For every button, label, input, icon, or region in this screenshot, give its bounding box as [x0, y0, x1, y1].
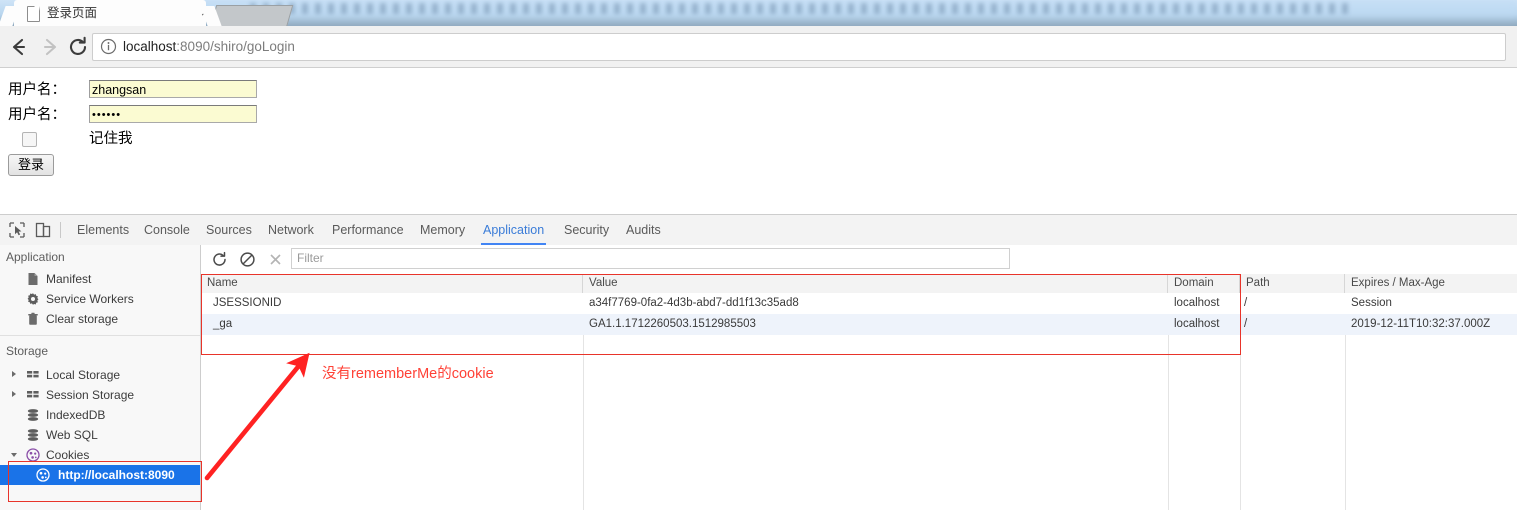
chevron-right-icon[interactable] [12, 371, 16, 377]
cell-path: / [1244, 297, 1248, 309]
chevron-down-icon[interactable] [11, 453, 17, 457]
url-host: localhost [123, 39, 177, 54]
filter-input[interactable]: Filter [291, 248, 1010, 269]
column-header-domain[interactable]: Domain [1168, 274, 1240, 293]
inspect-element-icon[interactable] [8, 221, 26, 239]
cell-name: _ga [213, 318, 233, 330]
sidebar-item-manifest[interactable]: Manifest [0, 269, 200, 289]
cell-path: / [1244, 318, 1248, 330]
submit-row: 登录 [0, 154, 120, 178]
table-icon [26, 388, 40, 402]
database-icon [26, 408, 40, 422]
remember-me-checkbox[interactable] [22, 132, 37, 147]
tab-strip: 登录页面 × [0, 0, 1517, 26]
cell-name: JSESSIONID [213, 297, 282, 309]
browser-window: 登录页面 × localhost:8090/shiro/goLogin 用户名：… [0, 0, 1517, 510]
tab-title: 登录页面 [47, 6, 98, 20]
sidebar-item-label: Service Workers [46, 292, 134, 306]
red-arrow-pointing-up-right [204, 352, 310, 481]
sidebar-item-label: Manifest [46, 272, 92, 286]
cookie-icon [26, 448, 40, 462]
refresh-icon[interactable] [211, 251, 228, 268]
sidebar-item-session-storage[interactable]: Session Storage [0, 385, 200, 405]
browser-tab-active[interactable]: 登录页面 × [14, 0, 209, 26]
address-bar-url: localhost:8090/shiro/goLogin [123, 38, 295, 56]
tab-memory[interactable]: Memory [418, 215, 467, 245]
tab-elements[interactable]: Elements [75, 215, 131, 245]
cookie-toolbar: Filter [201, 245, 1517, 275]
cell-value: a34f7769-0fa2-4d3b-abd7-dd1f13c35ad8 [589, 297, 799, 309]
address-bar[interactable]: localhost:8090/shiro/goLogin [92, 33, 1506, 61]
info-circle-icon[interactable] [100, 38, 117, 55]
tab-sources[interactable]: Sources [204, 215, 254, 245]
annotation-label: 没有rememberMe的cookie [322, 366, 494, 382]
sidebar-section-application: Application [6, 250, 65, 264]
annotation-highlight-cookies [8, 461, 202, 502]
database-icon [26, 428, 40, 442]
back-arrow-icon[interactable] [8, 36, 30, 58]
column-header-name[interactable]: Name [201, 274, 583, 293]
sidebar-section-storage: Storage [6, 344, 49, 358]
username-label: 用户名： [8, 82, 66, 98]
toolbar-divider [60, 222, 61, 238]
url-path: :8090/shiro/goLogin [176, 39, 295, 54]
close-icon[interactable]: × [197, 5, 213, 21]
chevron-right-icon[interactable] [12, 391, 16, 397]
table-row[interactable]: JSESSIONID a34f7769-0fa2-4d3b-abd7-dd1f1… [201, 293, 1517, 314]
sidebar-item-label: Local Storage [46, 368, 121, 382]
devtools-tab-bar: Elements Console Sources Network Perform… [0, 215, 1517, 246]
sidebar-divider [0, 335, 200, 336]
column-header-value[interactable]: Value [583, 274, 1168, 293]
sidebar-item-local-storage[interactable]: Local Storage [0, 365, 200, 385]
tab-console[interactable]: Console [142, 215, 192, 245]
sidebar-item-label: Session Storage [46, 388, 135, 402]
page-icon [27, 6, 40, 22]
trash-icon [26, 312, 40, 326]
page-viewport: 用户名： zhangsan 用户名： •••••• 记住我 登录 [0, 68, 1517, 213]
background-window-text-blur [250, 3, 1350, 14]
reload-icon[interactable] [67, 36, 89, 58]
background-inactive-tab [209, 5, 294, 26]
cell-expires: Session [1351, 297, 1392, 309]
cookie-table: Name Value Domain Path Expires / Max-Age… [201, 274, 1517, 510]
cell-domain: localhost [1174, 297, 1220, 309]
table-row[interactable]: _ga GA1.1.1712260503.1512985503 localhos… [201, 314, 1517, 335]
cell-domain: localhost [1174, 318, 1220, 330]
password-row: 用户名： •••••• [8, 104, 268, 127]
sidebar-item-web-sql[interactable]: Web SQL [0, 425, 200, 445]
tab-audits[interactable]: Audits [624, 215, 663, 245]
username-row: 用户名： zhangsan [8, 79, 268, 102]
sidebar-item-label: Clear storage [46, 312, 119, 326]
sidebar-item-clear-storage[interactable]: Clear storage [0, 309, 200, 329]
tab-application[interactable]: Application [481, 215, 547, 245]
sidebar-item-label: Web SQL [46, 428, 98, 442]
username-input[interactable]: zhangsan [89, 80, 257, 98]
navigation-bar: localhost:8090/shiro/goLogin [0, 26, 1517, 68]
column-header-expires[interactable]: Expires / Max-Age [1345, 274, 1517, 293]
sidebar-item-label: IndexedDB [46, 408, 106, 422]
remember-me-label: 记住我 [89, 131, 133, 147]
clear-all-icon[interactable] [239, 251, 256, 268]
remember-row: 记住我 [8, 129, 268, 152]
cell-expires: 2019-12-11T10:32:37.000Z [1351, 318, 1491, 330]
password-label: 用户名： [8, 107, 66, 123]
sidebar-item-indexeddb[interactable]: IndexedDB [0, 405, 200, 425]
cell-value: GA1.1.1712260503.1512985503 [589, 318, 756, 330]
tab-security[interactable]: Security [562, 215, 611, 245]
close-x-icon[interactable] [267, 251, 284, 268]
cookie-table-header: Name Value Domain Path Expires / Max-Age [201, 274, 1517, 294]
manifest-icon [26, 272, 40, 286]
tab-network[interactable]: Network [266, 215, 316, 245]
sidebar-item-service-workers[interactable]: Service Workers [0, 289, 200, 309]
forward-arrow-icon [39, 36, 61, 58]
password-input[interactable]: •••••• [89, 105, 257, 123]
tab-performance[interactable]: Performance [330, 215, 406, 245]
column-header-path[interactable]: Path [1240, 274, 1345, 293]
gear-icon [26, 292, 40, 306]
login-button[interactable]: 登录 [8, 154, 55, 176]
table-icon [26, 368, 40, 382]
device-toolbar-icon[interactable] [34, 221, 52, 239]
